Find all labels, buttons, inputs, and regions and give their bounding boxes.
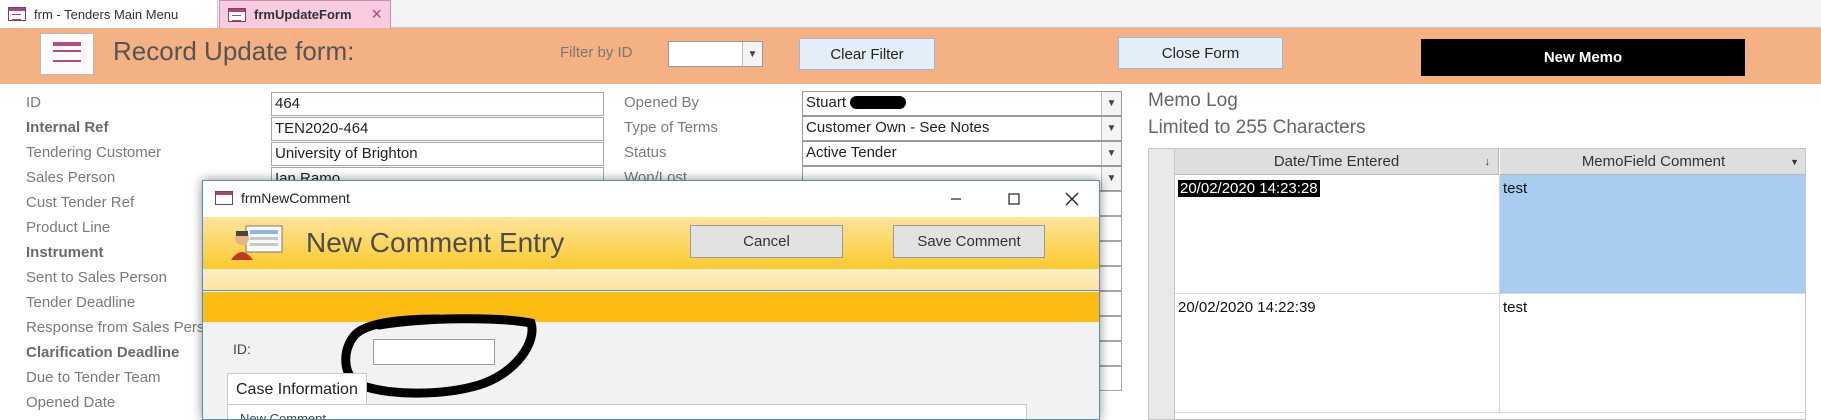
tab-case-information[interactable]: Case Information — [227, 373, 367, 405]
label-type-of-terms: Type of Terms — [624, 119, 718, 136]
table-row-comment[interactable]: test — [1500, 294, 1805, 413]
new-comment-label: New Comment — [240, 411, 326, 420]
close-form-button[interactable]: Close Form — [1118, 37, 1283, 69]
column-header-comment-label: MemoField Comment — [1581, 153, 1726, 170]
label-opened-date: Opened Date — [26, 394, 116, 411]
label-clarification-deadline: Clarification Deadline — [26, 344, 180, 361]
label-id: ID — [26, 94, 41, 111]
type-of-terms-value: Customer Own - See Notes — [806, 119, 990, 136]
form-icon — [8, 7, 26, 21]
internal-ref-field[interactable]: TEN2020-464 — [271, 117, 604, 141]
comment-value: test — [1503, 299, 1528, 316]
label-instrument: Instrument — [26, 244, 104, 261]
tab-label: frmUpdateForm — [254, 7, 352, 22]
redaction-scribble — [850, 96, 906, 109]
clear-filter-button[interactable]: Clear Filter — [799, 38, 935, 70]
filter-by-id-select[interactable]: ▼ — [668, 41, 763, 67]
minimize-icon — [951, 198, 961, 200]
chevron-down-icon[interactable]: ▼ — [1101, 117, 1121, 140]
id-label: ID: — [233, 341, 251, 357]
date-value: 20/02/2020 14:22:39 — [1178, 299, 1316, 316]
close-icon — [1065, 192, 1079, 206]
case-information-panel: New Comment — [227, 404, 1027, 420]
record-selector-column[interactable] — [1149, 149, 1175, 419]
chevron-down-icon[interactable]: ▼ — [1101, 167, 1121, 190]
label-response-from-sales: Response from Sales Person — [26, 319, 202, 336]
status-select[interactable]: Active Tender ▼ — [802, 141, 1122, 166]
label-product-line: Product Line — [26, 219, 111, 236]
label-opened-by: Opened By — [624, 94, 700, 111]
id-field[interactable]: 464 — [271, 92, 604, 116]
label-sent-to-sales-person: Sent to Sales Person — [26, 269, 167, 286]
comment-value: test — [1503, 180, 1528, 197]
dialog-heading: New Comment Entry — [306, 227, 565, 258]
memo-datasheet: Date/Time Entered ↓ MemoField Comment ▼ … — [1148, 148, 1806, 420]
label-sales-person: Sales Person — [26, 169, 116, 186]
type-of-terms-select[interactable]: Customer Own - See Notes ▼ — [802, 116, 1122, 141]
chevron-down-icon[interactable]: ▼ — [742, 42, 762, 66]
memo-log-title: Memo Log — [1148, 90, 1238, 111]
new-comment-dialog: frmNewComment New Comment Entry Cancel S… — [202, 180, 1100, 420]
dialog-header-strip — [203, 269, 1099, 291]
minimize-button[interactable] — [927, 181, 985, 217]
date-value: 20/02/2020 14:23:28 — [1178, 180, 1320, 197]
dialog-titlebar: frmNewComment — [203, 181, 1099, 217]
form-icon — [40, 33, 94, 75]
table-row-comment[interactable]: test — [1500, 175, 1805, 294]
new-memo-button[interactable]: New Memo — [1421, 39, 1745, 76]
label-cust-tender-ref: Cust Tender Ref — [26, 194, 135, 211]
column-header-date-label: Date/Time Entered — [1273, 153, 1400, 170]
hand-drawn-circle-annotation — [341, 314, 537, 398]
maximize-button[interactable] — [985, 181, 1043, 217]
opened-by-value: Stuart — [806, 94, 847, 111]
label-tendering-customer: Tendering Customer — [26, 144, 162, 161]
tab-update-form[interactable]: frmUpdateForm × — [219, 0, 391, 28]
user-form-icon — [231, 225, 283, 260]
table-row-date[interactable]: 20/02/2020 14:22:39 — [1175, 294, 1500, 413]
label-internal-ref: Internal Ref — [26, 119, 109, 136]
dialog-section-band — [203, 292, 1099, 322]
close-button[interactable] — [1043, 181, 1099, 217]
chevron-down-icon[interactable]: ▼ — [1101, 92, 1121, 115]
close-icon[interactable]: × — [371, 4, 382, 25]
document-tab-bar: frm - Tenders Main Menu frmUpdateForm × — [0, 0, 1821, 28]
chevron-down-icon[interactable]: ▼ — [1790, 157, 1799, 167]
tendering-customer-field[interactable]: University of Brighton — [271, 142, 604, 166]
form-icon — [215, 191, 233, 205]
tab-tenders-main-menu[interactable]: frm - Tenders Main Menu — [0, 0, 218, 28]
label-status: Status — [624, 144, 667, 161]
memo-log-subtitle: Limited to 255 Characters — [1148, 117, 1366, 138]
sort-descending-icon[interactable]: ↓ — [1485, 156, 1491, 168]
chevron-down-icon[interactable]: ▼ — [1101, 142, 1121, 165]
form-icon — [228, 7, 246, 22]
status-value: Active Tender — [806, 144, 897, 161]
label-due-to-tender-team: Due to Tender Team — [26, 369, 161, 386]
tab-label: frm - Tenders Main Menu — [34, 6, 179, 22]
column-header-date[interactable]: Date/Time Entered ↓ — [1175, 149, 1499, 175]
label-tender-deadline: Tender Deadline — [26, 294, 136, 311]
maximize-icon — [1008, 193, 1020, 205]
column-header-comment[interactable]: MemoField Comment ▼ — [1500, 149, 1805, 175]
cancel-button[interactable]: Cancel — [690, 225, 843, 258]
dialog-window-title: frmNewComment — [241, 190, 350, 206]
save-comment-button[interactable]: Save Comment — [893, 225, 1045, 258]
page-title: Record Update form: — [113, 36, 355, 66]
filter-label: Filter by ID — [560, 44, 633, 61]
table-row-date[interactable]: 20/02/2020 14:23:28 — [1175, 175, 1500, 294]
